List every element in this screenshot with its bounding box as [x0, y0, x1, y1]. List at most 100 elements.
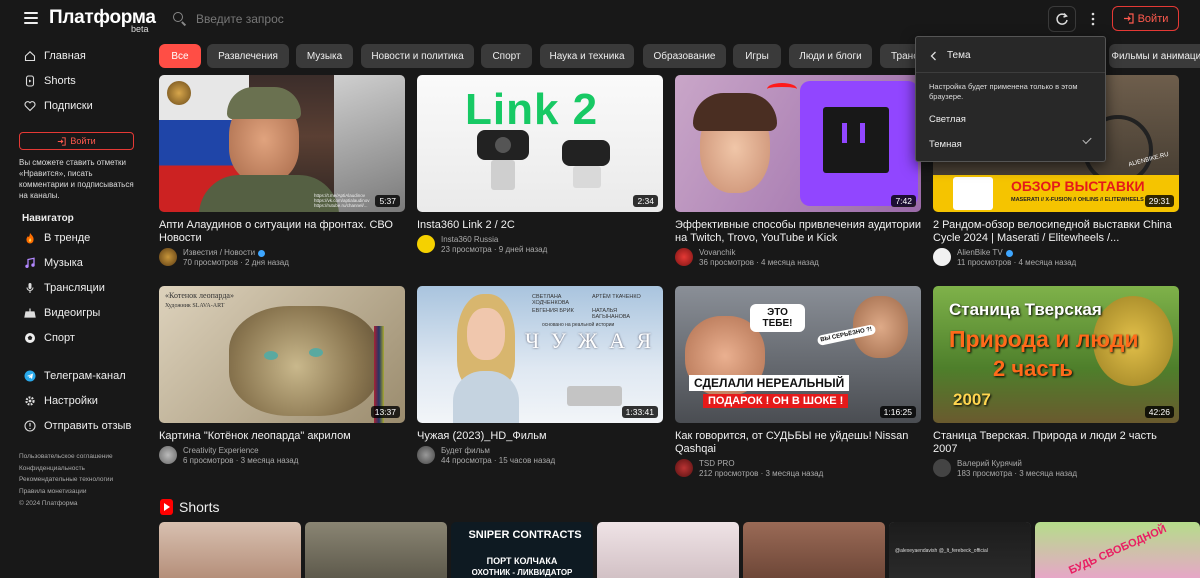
- upload-age: 15 часов назад: [498, 456, 556, 465]
- video-title[interactable]: Картина "Котёнок леопарда" акрилом: [159, 430, 405, 443]
- sidebar-item-label: Настройки: [44, 395, 98, 407]
- video-thumbnail[interactable]: «Котенок леопарда» Художник SLAVA-ART 13…: [159, 286, 405, 423]
- video-duration: 42:26: [1144, 406, 1174, 418]
- channel-name[interactable]: Creativity Experience: [183, 446, 259, 456]
- sidebar-item-broadcasts[interactable]: Трансляции: [24, 280, 105, 296]
- chip-all[interactable]: Все: [159, 44, 201, 68]
- upload-age: 4 месяца назад: [761, 258, 819, 267]
- sidebar-item-telegram[interactable]: Телеграм-канал: [24, 368, 126, 384]
- channel-avatar[interactable]: [159, 446, 177, 464]
- footer-link-recommendations[interactable]: Рекомендательные технологии: [19, 474, 113, 486]
- chip-news[interactable]: Новости и политика: [361, 44, 474, 68]
- twitch-icon: [823, 107, 889, 173]
- sidebar-item-home[interactable]: Главная: [24, 48, 86, 64]
- short-card[interactable]: [597, 522, 739, 578]
- snow-vehicle: [567, 386, 622, 406]
- sidebar-item-settings[interactable]: Настройки: [24, 393, 98, 409]
- video-thumbnail[interactable]: ЭТО ТЕБЕ! ВЫ СЕРЬЁЗНО ?! СДЕЛАЛИ НЕРЕАЛЬ…: [675, 286, 921, 423]
- sync-button[interactable]: [1048, 6, 1076, 32]
- menu-icon[interactable]: [24, 12, 38, 24]
- theme-option-light[interactable]: Светлая: [929, 114, 966, 125]
- video-title[interactable]: Чужая (2023)_HD_Фильм: [417, 430, 663, 443]
- short-card[interactable]: [743, 522, 885, 578]
- sidebar-item-videogames[interactable]: Видеоигры: [24, 305, 100, 321]
- search-input[interactable]: [196, 12, 756, 26]
- movie-title: Ч У Ж А Я: [525, 328, 655, 353]
- login-button[interactable]: Войти: [1112, 6, 1179, 31]
- video-duration: 1:16:25: [879, 406, 916, 418]
- channel-row: Известия / Новости 70 просмотров · 2 дня…: [159, 248, 289, 268]
- expo-logo-box: [953, 177, 993, 210]
- channel-avatar[interactable]: [675, 459, 693, 477]
- sidebar-item-label: Shorts: [44, 75, 76, 87]
- more-options-button[interactable]: [1085, 8, 1101, 30]
- sidebar-item-trending[interactable]: В тренде: [24, 230, 90, 246]
- short-subtitle-2: ОХОТНИК - ЛИКВИДАТОР: [471, 568, 573, 577]
- chip-people[interactable]: Люди и блоги: [789, 44, 872, 68]
- footer-link-terms[interactable]: Пользовательское соглашение: [19, 451, 113, 463]
- chip-science[interactable]: Наука и техника: [540, 44, 634, 68]
- sidebar-item-label: Отправить отзыв: [44, 420, 132, 432]
- footer-link-privacy[interactable]: Конфиденциальность: [19, 463, 113, 475]
- video-title[interactable]: 2 Рандом-обзор велосипедной выставки Chi…: [933, 219, 1179, 245]
- view-count: 183 просмотра: [957, 469, 1013, 478]
- sidebar-item-subscriptions[interactable]: Подписки: [24, 98, 93, 114]
- channel-name[interactable]: Известия / Новости: [183, 248, 255, 258]
- thumbnail-year: 2007: [953, 390, 991, 409]
- more-vertical-icon: [1091, 12, 1095, 26]
- channel-name[interactable]: Будет фильм: [441, 446, 490, 456]
- short-card[interactable]: [305, 522, 447, 578]
- logo-badge: beta: [131, 24, 149, 34]
- footer-link-monetization[interactable]: Правила монетизации: [19, 486, 113, 498]
- channel-avatar[interactable]: [675, 248, 693, 266]
- video-duration: 13:37: [370, 406, 400, 418]
- channel-name[interactable]: Insta360 Russia: [441, 235, 498, 245]
- chip-education[interactable]: Образование: [643, 44, 726, 68]
- verified-icon: [1005, 249, 1013, 257]
- search-icon[interactable]: [172, 11, 188, 27]
- short-card[interactable]: @alexeyaendavish @_lt_ferebeck_official: [889, 522, 1031, 578]
- channel-name[interactable]: Валерий Курячий: [957, 459, 1022, 469]
- ball-icon: [24, 332, 36, 344]
- sidebar-item-sport[interactable]: Спорт: [24, 330, 75, 346]
- theme-menu: Тема Настройка будет применена только в …: [915, 36, 1106, 162]
- sidebar-item-feedback[interactable]: Отправить отзыв: [24, 418, 131, 434]
- checkmark-icon: [1082, 134, 1092, 145]
- video-thumbnail[interactable]: Link 2 2:34: [417, 75, 663, 212]
- video-thumbnail[interactable]: Станица Тверская Природа и люди 2 часть …: [933, 286, 1179, 423]
- theme-option-dark[interactable]: Темная: [929, 139, 962, 150]
- channel-name[interactable]: Vovanchik: [699, 248, 735, 258]
- copyright: © 2024 Платформа: [19, 500, 78, 507]
- theme-menu-header[interactable]: Тема: [930, 50, 971, 61]
- speech-bubble-this: ЭТО ТЕБЕ!: [750, 304, 805, 332]
- video-title[interactable]: Станица Тверская. Природа и люди 2 часть…: [933, 430, 1179, 456]
- video-thumbnail[interactable]: 7:42: [675, 75, 921, 212]
- channel-name[interactable]: AlienBike TV: [957, 248, 1003, 258]
- chip-games[interactable]: Игры: [733, 44, 781, 68]
- channel-avatar[interactable]: [417, 446, 435, 464]
- channel-avatar[interactable]: [933, 248, 951, 266]
- sidebar-item-music[interactable]: Музыка: [24, 255, 83, 271]
- channel-avatar[interactable]: [159, 248, 177, 266]
- chip-films[interactable]: Фильмы и анимация: [1109, 44, 1200, 68]
- sidebar-item-shorts[interactable]: Shorts: [24, 73, 76, 89]
- channel-name[interactable]: TSD PRO: [699, 459, 735, 469]
- video-title[interactable]: Как говорится, от СУДЬБЫ не уйдешь! Niss…: [675, 430, 921, 456]
- short-card[interactable]: [159, 522, 301, 578]
- search-bar[interactable]: [166, 7, 806, 31]
- channel-avatar[interactable]: [417, 235, 435, 253]
- short-card[interactable]: БУДЬ СВОБОДНОЙ: [1035, 522, 1200, 578]
- sidebar-login-button[interactable]: Войти: [19, 132, 134, 150]
- painting-caption: «Котенок леопарда»: [165, 291, 234, 300]
- chip-music[interactable]: Музыка: [296, 44, 353, 68]
- short-card[interactable]: SNIPER CONTRACTS ПОРТ КОЛЧАКА ОХОТНИК - …: [451, 522, 593, 578]
- video-title[interactable]: Insta360 Link 2 / 2C: [417, 219, 663, 232]
- chip-entertainment[interactable]: Развлечения: [207, 44, 289, 68]
- chip-sport[interactable]: Спорт: [481, 44, 532, 68]
- video-title[interactable]: Апти Алаудинов о ситуации на фронтах. СВ…: [159, 219, 405, 245]
- video-title[interactable]: Эффективные способы привлечения аудитори…: [675, 219, 921, 245]
- channel-avatar[interactable]: [933, 459, 951, 477]
- video-thumbnail[interactable]: https://t.me/AptiAlaudinov https://vk.com…: [159, 75, 405, 212]
- shorts-icon: [160, 499, 173, 515]
- video-thumbnail[interactable]: СВЕТЛАНА ХОДЧЕНКОВА АРТЁМ ТКАЧЕНКО ЕВГЕН…: [417, 286, 663, 423]
